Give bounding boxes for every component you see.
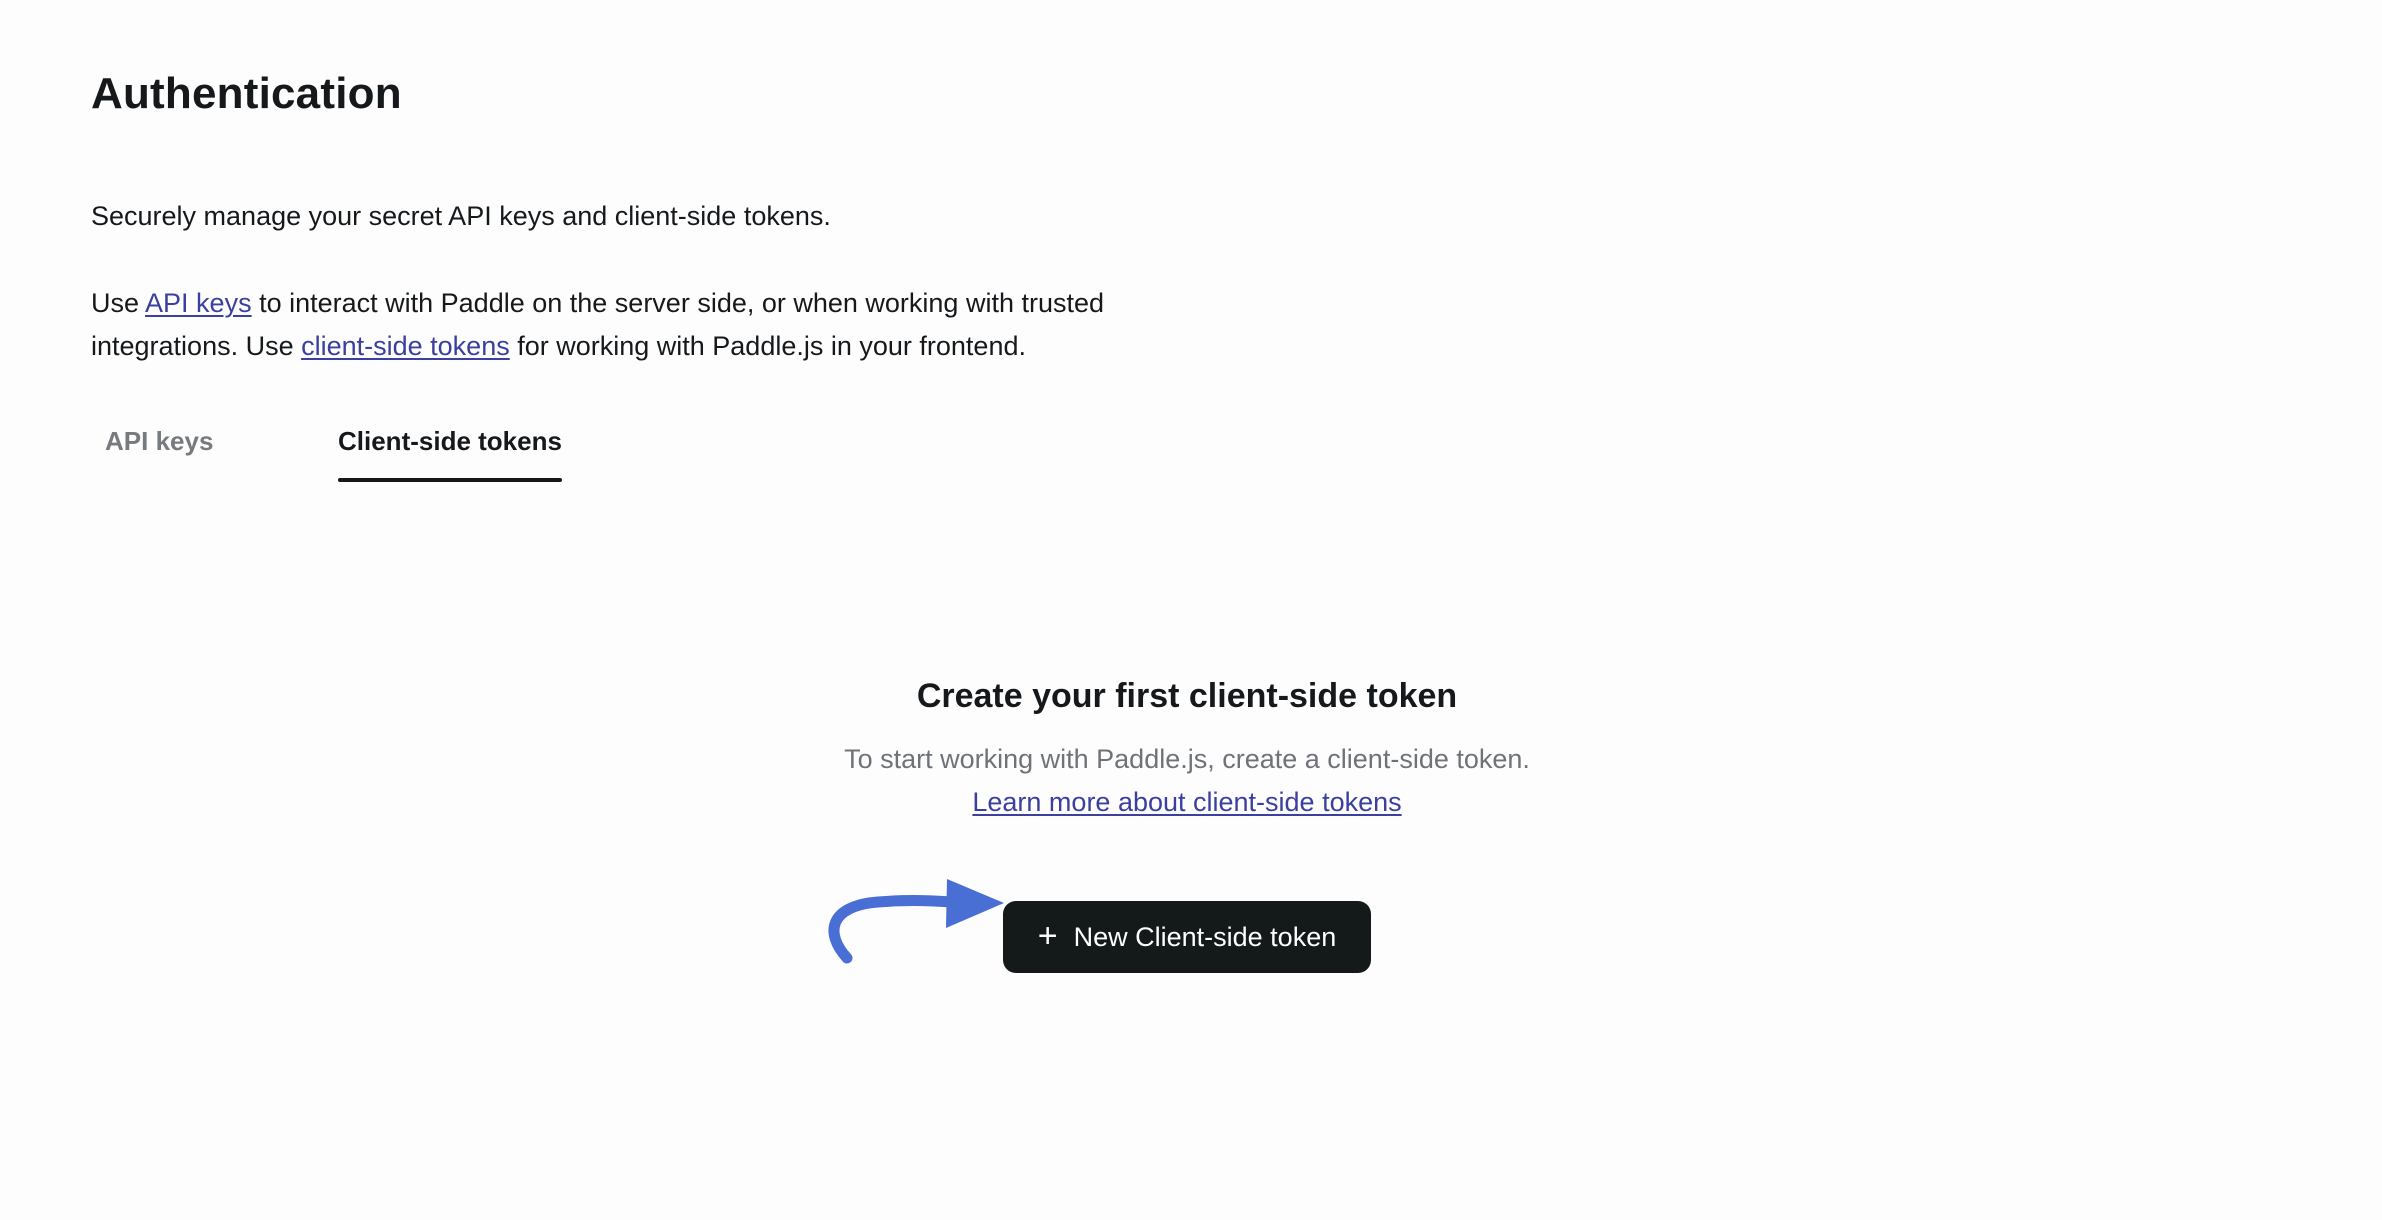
auth-tabs: API keys Client-side tokens [91,412,562,484]
plus-icon: + [1037,916,1058,955]
curved-arrow-icon [828,879,1004,964]
empty-state-title: Create your first client-side token [916,677,1458,715]
description-text: Use API keys to interact with Paddle on … [91,282,1211,368]
page-title: Authentication [91,69,402,118]
learn-more-link[interactable]: Learn more about client-side tokens [972,787,1401,817]
empty-state-description: To start working with Paddle.js, create … [844,744,1530,774]
client-side-tokens-link[interactable]: client-side tokens [301,331,510,361]
new-client-side-token-label: New Client-side token [1073,921,1337,952]
authentication-page: Authentication Securely manage your secr… [0,0,2382,1220]
new-client-side-token-button[interactable]: + New Client-side token [1003,901,1371,973]
tab-api-keys[interactable]: API keys [105,412,338,482]
intro-text: Securely manage your secret API keys and… [91,201,831,231]
description-part-3: for working with Paddle.js in your front… [509,331,1026,361]
api-keys-link[interactable]: API keys [145,288,252,318]
empty-state: Create your first client-side token To s… [0,672,2374,824]
empty-state-text: To start working with Paddle.js, create … [0,738,2374,824]
tab-client-side-tokens[interactable]: Client-side tokens [338,412,562,482]
description-part-1: Use [91,288,146,318]
